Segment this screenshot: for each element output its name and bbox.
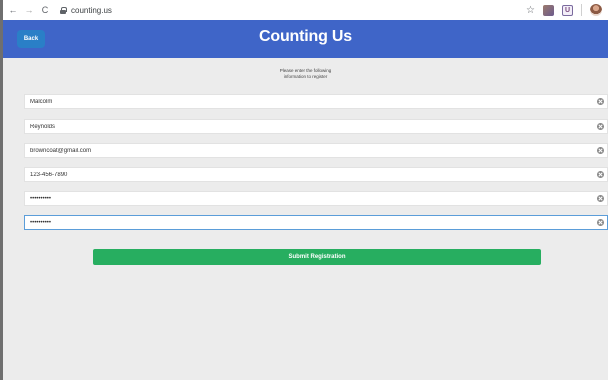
back-arrow-icon[interactable]: ← [7, 4, 19, 16]
extension-shield-icon[interactable]: U [562, 4, 573, 16]
page-title: Counting Us [259, 28, 352, 45]
confirm-password-field[interactable] [24, 215, 608, 230]
clear-icon[interactable] [597, 98, 604, 105]
lock-icon [60, 6, 67, 14]
clear-icon[interactable] [597, 123, 604, 130]
email-input[interactable] [25, 144, 597, 157]
form-instructions: Please enter the following information t… [3, 68, 608, 80]
last-name-input[interactable] [25, 120, 597, 133]
profile-avatar[interactable] [590, 4, 602, 16]
phone-field[interactable] [24, 167, 608, 182]
first-name-input[interactable] [25, 95, 597, 108]
first-name-field[interactable] [24, 94, 608, 109]
clear-icon[interactable] [597, 195, 604, 202]
toolbar-divider [581, 4, 582, 16]
email-field[interactable] [24, 143, 608, 158]
password-input[interactable] [25, 192, 597, 205]
browser-toolbar: ← → C counting.us ☆ U [3, 0, 608, 20]
password-field[interactable] [24, 191, 608, 206]
address-bar-url[interactable]: counting.us [71, 6, 112, 15]
app-header: Back Counting Us [3, 20, 608, 58]
clear-icon[interactable] [597, 147, 604, 154]
browser-actions: ☆ U [526, 3, 602, 17]
instruction-line-2: information to register [283, 74, 328, 79]
extension-icon[interactable] [543, 4, 554, 16]
phone-input[interactable] [25, 168, 597, 181]
registration-form: Please enter the following information t… [3, 58, 608, 380]
clear-icon[interactable] [597, 171, 604, 178]
confirm-password-input[interactable] [25, 216, 597, 229]
reload-icon[interactable]: C [39, 4, 51, 16]
clear-icon[interactable] [597, 219, 604, 226]
submit-registration-button[interactable]: Submit Registration [93, 249, 541, 265]
last-name-field[interactable] [24, 119, 608, 134]
bookmark-star-icon[interactable]: ☆ [526, 5, 535, 16]
forward-arrow-icon[interactable]: → [23, 4, 35, 16]
